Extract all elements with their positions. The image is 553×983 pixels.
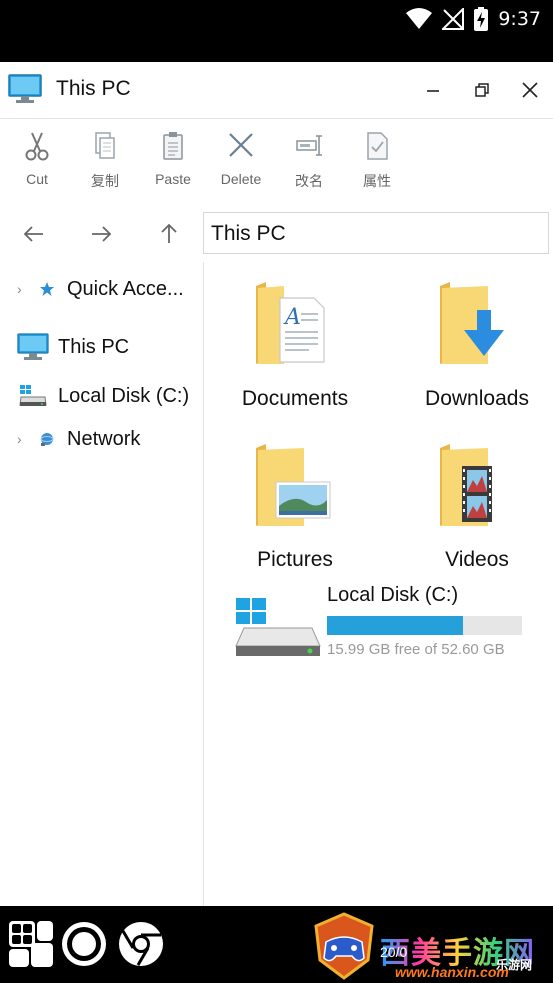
content-pane: A Documents Downloads Pictures Videos Lo…: [204, 262, 553, 906]
start-grid-icon[interactable]: [8, 920, 54, 968]
wifi-icon: [406, 8, 433, 29]
chevron-right-icon[interactable]: ›: [17, 281, 22, 297]
pin-star-icon: [40, 282, 54, 296]
delete-label: Delete: [220, 171, 262, 187]
copy-icon: [95, 132, 115, 159]
videos-folder-icon: [440, 444, 492, 526]
ribbon-toolbar: Cut 复制 Paste Delete 改名 属性: [0, 119, 553, 201]
folder-videos[interactable]: Videos: [386, 442, 553, 582]
gamepad-logo-icon: [314, 912, 374, 980]
watermark-url: www.hanxin.com: [395, 964, 509, 980]
navigation-bar: This PC: [0, 206, 553, 262]
svg-text:A: A: [283, 305, 301, 330]
sidebar-item-this-pc[interactable]: This PC: [0, 329, 203, 365]
restore-button[interactable]: [468, 76, 496, 104]
cut-button[interactable]: Cut: [5, 131, 69, 197]
close-icon: [522, 82, 538, 98]
monitor-icon: [17, 333, 49, 360]
drive-usage-bar: [327, 616, 522, 635]
sidebar-item-network[interactable]: › Network: [0, 421, 203, 457]
chrome-browser-icon[interactable]: [118, 921, 164, 967]
this-pc-monitor-icon: [8, 74, 42, 103]
pictures-folder-icon: [256, 444, 331, 526]
delete-button[interactable]: Delete: [209, 131, 273, 197]
rename-label: 改名: [295, 173, 323, 189]
sidebar-item-label: This PC: [58, 335, 130, 358]
paste-label: Paste: [155, 171, 191, 187]
sidebar-item-quick-access[interactable]: › Quick Acce...: [0, 271, 203, 307]
scissors-icon: [25, 132, 49, 161]
clipboard-icon: [163, 132, 183, 160]
window-title: This PC: [56, 77, 131, 100]
back-arrow-icon[interactable]: [20, 220, 48, 248]
drive-icon: [19, 385, 47, 406]
properties-button[interactable]: 属性: [345, 131, 409, 197]
folder-label: Videos: [445, 548, 509, 571]
chevron-right-icon[interactable]: ›: [17, 431, 22, 447]
folder-label: Pictures: [257, 548, 333, 571]
network-icon: [40, 433, 54, 446]
status-bar: 9:37: [0, 0, 553, 62]
watermark-date: 20/0: [380, 944, 408, 960]
title-bar: This PC: [0, 62, 553, 119]
minimize-icon: [427, 90, 439, 92]
sidebar-tree: › Quick Acce... This PC Local Disk (C:) …: [0, 262, 204, 906]
close-button[interactable]: [516, 76, 544, 104]
folder-documents[interactable]: A Documents: [204, 280, 386, 420]
sidebar-item-label: Quick Acce...: [67, 277, 184, 300]
sidebar-item-label: Local Disk (C:): [58, 384, 190, 407]
drive-free-space: 15.99 GB free of 52.60 GB: [327, 641, 505, 658]
copy-button[interactable]: 复制: [73, 131, 137, 197]
sidebar-item-label: Network: [67, 427, 141, 450]
address-bar[interactable]: This PC: [203, 212, 549, 254]
clock: 9:37: [498, 8, 541, 30]
paste-button[interactable]: Paste: [141, 131, 205, 197]
circle-icon[interactable]: [61, 921, 107, 967]
status-icons: 9:37: [406, 6, 541, 32]
folder-label: Downloads: [425, 387, 529, 410]
documents-folder-icon: A: [256, 282, 325, 364]
drive-usage-fill: [327, 616, 463, 635]
folder-pictures[interactable]: Pictures: [204, 442, 386, 582]
delete-x-icon: [229, 133, 253, 157]
up-arrow-icon[interactable]: [155, 220, 183, 248]
rename-button[interactable]: 改名: [277, 131, 341, 197]
folder-label: Documents: [241, 387, 349, 410]
drive-local-disk[interactable]: Local Disk (C:) 15.99 GB free of 52.60 G…: [234, 584, 534, 684]
restore-icon: [475, 83, 489, 97]
drive-name: Local Disk (C:): [327, 584, 459, 606]
minimize-button[interactable]: [419, 76, 447, 104]
sidebar-item-local-disk[interactable]: Local Disk (C:): [0, 378, 203, 414]
downloads-folder-icon: [440, 282, 504, 364]
properties-label: 属性: [363, 173, 391, 189]
cut-label: Cut: [26, 171, 48, 187]
rename-icon: [296, 135, 322, 156]
taskbar: 西美手游网 20/0 乐游网 www.hanxin.com: [0, 906, 553, 983]
folder-downloads[interactable]: Downloads: [386, 280, 553, 420]
battery-charging-icon: [474, 7, 489, 31]
no-signal-icon: [442, 8, 465, 30]
properties-icon: [367, 132, 388, 160]
hard-drive-icon: [235, 598, 321, 656]
forward-arrow-icon[interactable]: [87, 220, 115, 248]
copy-label: 复制: [91, 173, 119, 189]
